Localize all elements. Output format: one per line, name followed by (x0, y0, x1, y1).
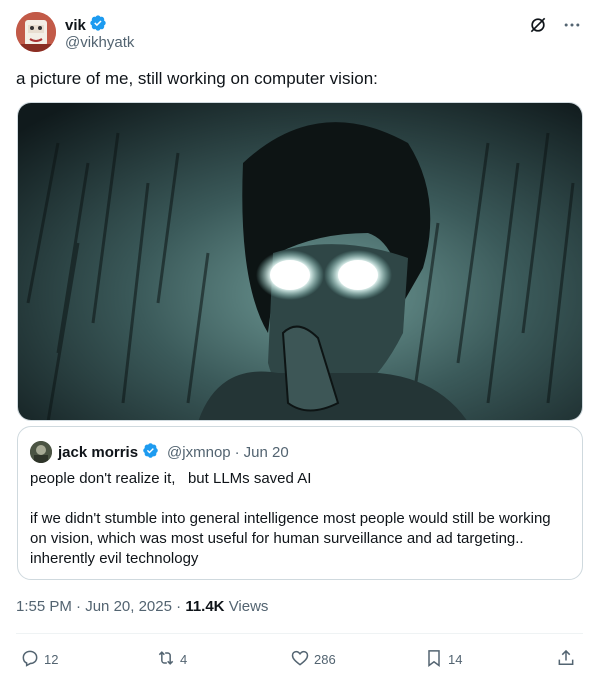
quoted-separator: · (234, 443, 240, 461)
bookmark-button[interactable]: 14 (424, 646, 462, 672)
tweet-text: a picture of me, still working on comput… (16, 69, 378, 88)
like-count: 286 (314, 651, 336, 667)
verified-badge-icon (142, 442, 159, 463)
bookmark-count: 14 (448, 651, 463, 667)
divider (16, 633, 583, 634)
more-icon[interactable] (561, 14, 583, 36)
author-handle[interactable]: @vikhyatk (65, 34, 134, 51)
author-avatar[interactable] (16, 12, 56, 52)
timestamp-dot: · (176, 598, 182, 615)
reply-count: 12 (44, 651, 59, 667)
views-count: 11.4K (185, 598, 225, 615)
grok-icon[interactable] (527, 14, 549, 36)
quoted-tweet-text: people don't realize it, but LLMs saved … (30, 470, 551, 567)
tweet-timestamp: 1:55 PM · Jun 20, 2025 · 11.4K Views (16, 598, 268, 615)
author-name[interactable]: vik (65, 17, 86, 34)
share-button[interactable] (556, 646, 576, 672)
repost-button[interactable]: 4 (156, 646, 187, 672)
header-actions (527, 14, 583, 36)
author-name-row: vik (65, 14, 107, 36)
bookmark-icon (424, 648, 444, 671)
tweet-date[interactable]: Jun 20, 2025 (85, 598, 172, 615)
quoted-author-avatar (30, 441, 52, 463)
repost-count: 4 (180, 651, 188, 667)
share-icon (556, 648, 576, 671)
tweet-header: vik @vikhyatk (16, 10, 583, 54)
quoted-tweet[interactable]: jack morris @jxmnop · Jun 20 people don'… (17, 426, 583, 580)
like-icon (290, 648, 310, 671)
quoted-date: Jun 20 (243, 443, 289, 461)
action-bar: 12 4 286 14 (16, 646, 583, 672)
reply-icon (20, 648, 40, 671)
verified-badge-icon (89, 14, 107, 36)
tweet-time[interactable]: 1:55 PM (16, 598, 72, 615)
quoted-tweet-header: jack morris @jxmnop · Jun 20 (30, 441, 289, 463)
like-button[interactable]: 286 (290, 646, 336, 672)
quoted-author-handle: @jxmnop (167, 443, 231, 461)
quoted-author-name: jack morris (58, 443, 139, 461)
timestamp-dot: · (76, 598, 82, 615)
views-label: Views (228, 598, 269, 615)
tweet-image[interactable] (17, 102, 583, 421)
repost-icon (156, 648, 176, 671)
reply-button[interactable]: 12 (20, 646, 58, 672)
